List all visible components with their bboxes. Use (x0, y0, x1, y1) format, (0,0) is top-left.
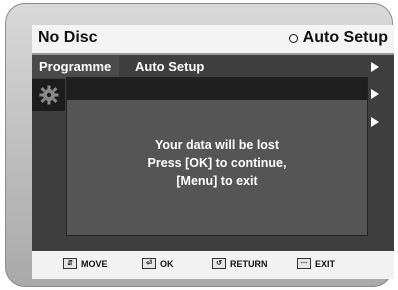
ok-label: OK (160, 258, 174, 269)
radio-circle-icon (288, 33, 298, 43)
title-bar: No Disc Auto Setup (32, 25, 394, 55)
mode-indicator: Auto Setup (288, 29, 388, 47)
menu-tab-bar: Programme Auto Setup (32, 55, 394, 78)
exit-label: EXIT (315, 258, 336, 269)
move-hint: ⇵ MOVE (63, 258, 108, 269)
menu-item-auto-setup[interactable]: Auto Setup (135, 55, 204, 78)
tv-bezel: No Disc Auto Setup Programme Auto Setup (5, 3, 394, 287)
return-hint: ↺ RETURN (212, 258, 268, 269)
programme-category[interactable] (32, 79, 65, 111)
up-down-arrow-icon: ⇵ (63, 258, 77, 269)
dialog-message: Your data will be lost Press [OK] to con… (67, 136, 367, 190)
mode-label: Auto Setup (302, 29, 388, 46)
button-hint-bar: ⇵ MOVE ⏎ OK ↺ RETURN ⋯ EXIT (32, 251, 394, 279)
dialog-line-2: Press [OK] to continue, (147, 156, 287, 170)
dialog-line-3: [Menu] to exit (176, 174, 258, 188)
return-icon: ↺ (212, 258, 226, 269)
gear-icon (39, 85, 58, 105)
submenu-arrow-icon[interactable] (371, 89, 379, 99)
return-label: RETURN (230, 258, 268, 269)
submenu-arrow-icon[interactable] (371, 117, 379, 127)
enter-key-icon: ⏎ (142, 258, 156, 269)
tab-programme[interactable]: Programme (32, 55, 119, 78)
dialog-line-1: Your data will be lost (154, 138, 280, 152)
move-label: MOVE (81, 258, 108, 269)
dialog-header (67, 78, 367, 100)
exit-hint: ⋯ EXIT (297, 258, 335, 269)
ok-hint: ⏎ OK (142, 258, 174, 269)
submenu-arrow-icon[interactable] (371, 62, 379, 72)
disc-status: No Disc (38, 29, 98, 46)
exit-key-icon: ⋯ (297, 258, 311, 269)
menu-screen: No Disc Auto Setup Programme Auto Setup (32, 25, 394, 279)
warning-dialog: Your data will be lost Press [OK] to con… (66, 77, 368, 236)
